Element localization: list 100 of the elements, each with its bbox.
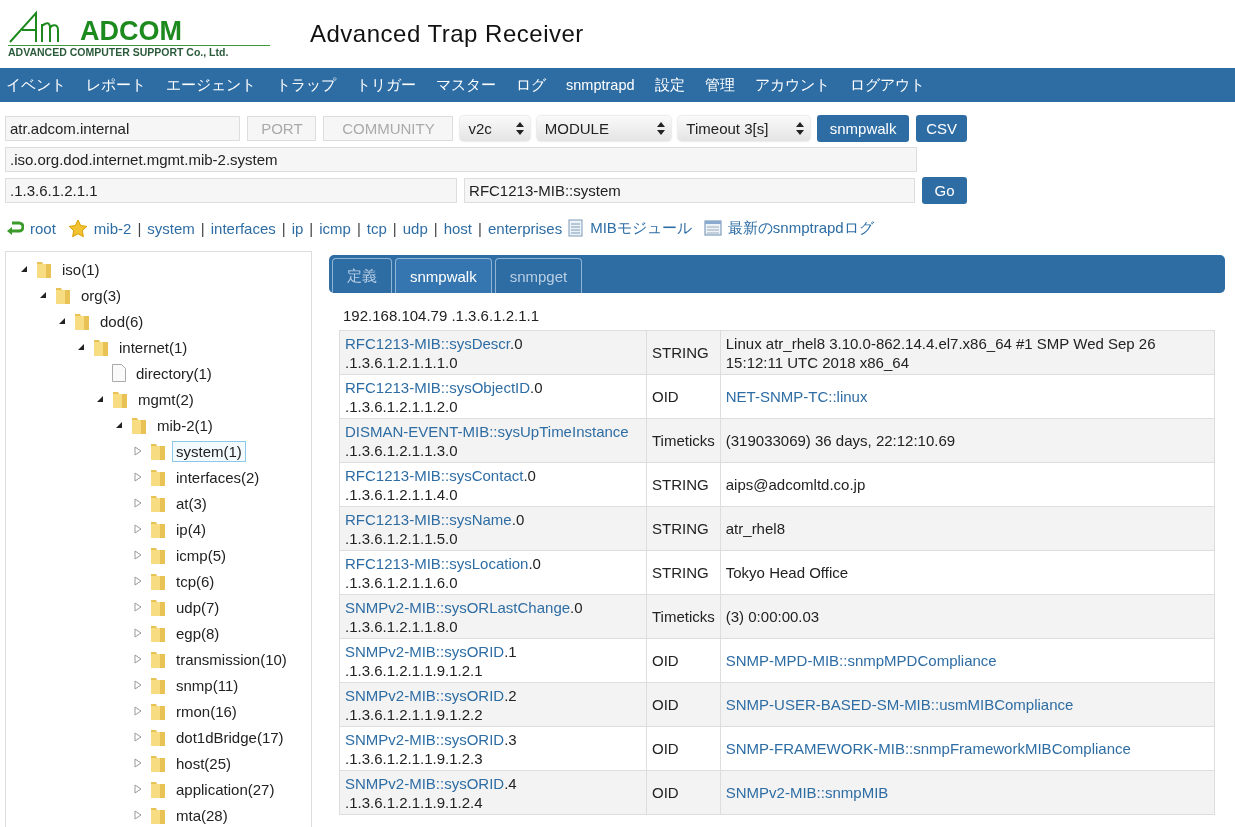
mib-object-link[interactable]: RFC1213-MIB::sysLocation [345,554,529,572]
quick-link[interactable]: ip [291,219,304,237]
expanded-triangle-icon[interactable] [58,317,66,325]
value-link[interactable]: SNMP-MPD-MIB::snmpMPDCompliance [725,652,997,669]
tree-node-label[interactable]: rmon(16) [172,700,241,722]
value-link[interactable]: NET-SNMP-TC::linux [725,388,868,405]
nav-link[interactable]: レポート [86,75,146,95]
mib-object-link[interactable]: SNMPv2-MIB::sysORID [345,686,505,704]
quick-link[interactable]: mib-2 [93,219,132,237]
tree-node-label[interactable]: dot1dBridge(17) [172,726,288,748]
collapsed-triangle-icon[interactable] [134,524,142,534]
quick-link[interactable]: root [30,219,56,237]
mib-object-link[interactable]: DISMAN-EVENT-MIB::sysUpTimeInstance [345,422,629,440]
nav-link[interactable]: トリガー [356,75,416,95]
quick-link[interactable]: system [147,219,195,237]
nav-link[interactable]: イベント [6,75,66,95]
quick-link[interactable]: interfaces [210,219,276,237]
nav-link[interactable]: アカウント [754,75,830,95]
collapsed-triangle-icon[interactable] [134,472,142,482]
community-field[interactable]: COMMUNITY [323,116,454,141]
expanded-triangle-icon[interactable] [96,395,104,403]
collapsed-triangle-icon[interactable] [134,784,142,794]
tree-node-label[interactable]: egp(8) [172,622,224,644]
tree-node-label[interactable]: system(1) [172,440,246,462]
expanded-triangle-icon[interactable] [20,265,28,273]
quick-link[interactable]: icmp [319,219,351,237]
star-icon [67,218,88,238]
tree-node-label[interactable]: mib-2(1) [153,414,217,436]
mib-object-link[interactable]: SNMPv2-MIB::sysORID [345,730,505,748]
tree-node-label[interactable]: interfaces(2) [172,466,264,488]
nav-link[interactable]: 設定 [654,75,685,95]
expanded-triangle-icon[interactable] [39,291,47,299]
port-field[interactable]: PORT [247,116,317,141]
tree-node-label[interactable]: mta(28) [172,804,232,826]
tree-node-label[interactable]: snmp(11) [172,674,243,696]
tab[interactable]: 定義 [332,258,392,293]
tree-node-label[interactable]: iso(1) [58,258,104,280]
expanded-triangle-icon[interactable] [77,343,85,351]
quick-link[interactable]: enterprises [487,219,563,237]
collapsed-triangle-icon[interactable] [134,498,142,508]
collapsed-triangle-icon[interactable] [134,758,142,768]
tree-node-label[interactable]: host(25) [172,752,236,774]
collapsed-triangle-icon[interactable] [134,732,142,742]
tree-node-label[interactable]: application(27) [172,778,279,800]
mib-object-link[interactable]: RFC1213-MIB::sysContact [345,466,524,484]
mib-object-link[interactable]: SNMPv2-MIB::sysORLastChange [345,598,571,616]
version-select[interactable]: v2c [460,116,530,141]
csv-button[interactable]: CSV [916,115,967,142]
go-button[interactable]: Go [922,177,967,204]
tab[interactable]: snmpwalk [395,258,492,293]
module-select[interactable]: MODULE [536,116,672,141]
collapsed-triangle-icon[interactable] [134,680,142,690]
nav-link[interactable]: ログ [516,75,546,95]
tree-node-label[interactable]: dod(6) [96,310,148,332]
quick-link[interactable]: tcp [366,219,387,237]
tree-node-label[interactable]: icmp(5) [172,544,230,566]
quick-link[interactable]: 最新のsnmptrapdログ [727,218,874,238]
expanded-triangle-icon[interactable] [115,421,123,429]
quick-link[interactable]: MIBモジュール [590,218,692,238]
mib-object-link[interactable]: SNMPv2-MIB::sysORID [345,774,505,792]
timeout-select[interactable]: Timeout 3[s] [678,116,810,141]
nav-link[interactable]: トラップ [276,75,336,95]
tree-node-label[interactable]: at(3) [172,492,211,514]
nav-link[interactable]: マスター [436,75,496,95]
tree-node-label[interactable]: mgmt(2) [134,388,198,410]
collapsed-triangle-icon[interactable] [134,446,142,456]
oid-path-field[interactable]: .iso.org.dod.internet.mgmt.mib-2.system [5,147,917,172]
mib-object-link[interactable]: RFC1213-MIB::sysObjectID [345,378,531,396]
nav-link[interactable]: エージェント [166,75,256,95]
mib-object-link[interactable]: RFC1213-MIB::sysDescr [345,334,511,352]
nav-link[interactable]: 管理 [704,75,735,95]
collapsed-triangle-icon[interactable] [134,810,142,820]
collapsed-triangle-icon[interactable] [134,654,142,664]
collapsed-triangle-icon[interactable] [134,602,142,612]
tree-node-label[interactable]: tcp(6) [172,570,219,592]
folder-icon [149,571,167,591]
tab[interactable]: snmpget [494,258,583,293]
quick-link[interactable]: host [443,219,473,237]
collapsed-triangle-icon[interactable] [134,706,142,716]
value-link[interactable]: SNMP-FRAMEWORK-MIB::snmpFrameworkMIBCompliance [725,740,1131,757]
collapsed-triangle-icon[interactable] [134,628,142,638]
collapsed-triangle-icon[interactable] [134,550,142,560]
nav-link[interactable]: ログアウト [849,75,925,95]
mib-object-link[interactable]: SNMPv2-MIB::sysORID [345,642,505,660]
value-link[interactable]: SNMP-USER-BASED-SM-MIB::usmMIBCompliance [725,696,1074,713]
tree-node-label[interactable]: udp(7) [172,596,224,618]
value-link[interactable]: SNMPv2-MIB::snmpMIB [725,784,889,801]
tree-node-label[interactable]: org(3) [77,284,125,306]
oid-field[interactable]: .1.3.6.1.2.1.1 [5,178,458,203]
tree-node-label[interactable]: ip(4) [172,518,210,540]
snmpwalk-button[interactable]: snmpwalk [817,115,910,142]
oid-name-field[interactable]: RFC1213-MIB::system [464,178,916,203]
tree-node-label[interactable]: transmission(10) [172,648,291,670]
tree-node-label[interactable]: directory(1) [132,362,216,384]
quick-link[interactable]: udp [402,219,428,237]
mib-object-link[interactable]: RFC1213-MIB::sysName [345,510,512,528]
nav-link[interactable]: snmptrapd [566,77,635,93]
collapsed-triangle-icon[interactable] [134,576,142,586]
host-field[interactable]: atr.adcom.internal [5,116,241,141]
tree-node-label[interactable]: internet(1) [115,336,192,358]
